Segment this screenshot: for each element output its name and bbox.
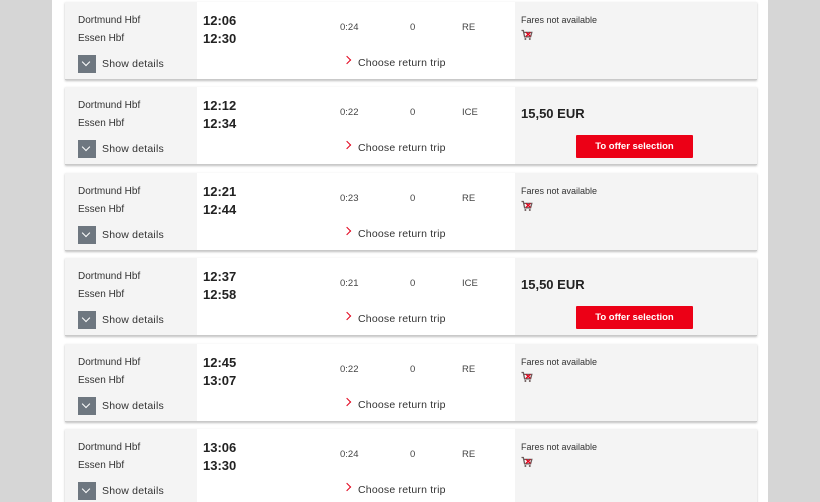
fare-price: 15,50 EUR — [521, 277, 585, 292]
arrival-station: Essen Hbf — [78, 33, 125, 44]
show-details-link[interactable]: Show details — [102, 143, 164, 155]
offer-selection-button[interactable]: To offer selection — [576, 135, 693, 158]
choose-return-trip-link[interactable]: Choose return trip — [358, 313, 446, 325]
arrival-time: 13:07 — [203, 373, 237, 388]
changes-count: 0 — [410, 107, 416, 118]
arrival-station: Essen Hbf — [78, 118, 125, 129]
show-details-link[interactable]: Show details — [102, 314, 164, 326]
shopping-cart-unavailable-icon — [521, 370, 533, 388]
chevron-down-icon[interactable] — [78, 140, 96, 158]
arrival-station: Essen Hbf — [78, 375, 125, 386]
results-page: Dortmund Hbf Essen Hbf 12:06 12:30 Show … — [52, 0, 768, 502]
duration: 0:21 — [340, 278, 359, 289]
changes-count: 0 — [410, 278, 416, 289]
connection-row: Dortmund Hbf Essen Hbf 12:21 12:44 Show … — [65, 173, 757, 251]
connection-row: Dortmund Hbf Essen Hbf 12:06 12:30 Show … — [65, 2, 757, 80]
show-details-link[interactable]: Show details — [102, 400, 164, 412]
chevron-down-icon[interactable] — [78, 226, 96, 244]
choose-return-trip-link[interactable]: Choose return trip — [358, 484, 446, 496]
connection-row: Dortmund Hbf Essen Hbf 12:37 12:58 Show … — [65, 258, 757, 336]
duration: 0:23 — [340, 193, 359, 204]
departure-time: 12:06 — [203, 13, 237, 28]
product-type: RE — [462, 364, 476, 375]
departure-time: 12:12 — [203, 98, 237, 113]
changes-count: 0 — [410, 193, 416, 204]
departure-station: Dortmund Hbf — [78, 271, 141, 282]
arrival-station: Essen Hbf — [78, 204, 125, 215]
shopping-cart-unavailable-icon — [521, 199, 533, 217]
changes-count: 0 — [410, 364, 416, 375]
chevron-down-icon[interactable] — [78, 397, 96, 415]
duration: 0:24 — [340, 449, 359, 460]
fares-unavailable-text: Fares not available — [521, 442, 598, 452]
chevron-down-icon[interactable] — [78, 311, 96, 329]
chevron-down-icon[interactable] — [78, 482, 96, 500]
departure-station: Dortmund Hbf — [78, 442, 141, 453]
departure-station: Dortmund Hbf — [78, 357, 141, 368]
show-details-link[interactable]: Show details — [102, 229, 164, 241]
fares-unavailable-text: Fares not available — [521, 357, 598, 367]
arrival-time: 12:58 — [203, 287, 237, 302]
shopping-cart-unavailable-icon — [521, 455, 533, 473]
arrival-station: Essen Hbf — [78, 460, 125, 471]
product-type: RE — [462, 449, 476, 460]
show-details-link[interactable]: Show details — [102, 485, 164, 497]
shopping-cart-unavailable-icon — [521, 28, 533, 46]
departure-station: Dortmund Hbf — [78, 15, 141, 26]
changes-count: 0 — [410, 449, 416, 460]
fares-unavailable-text: Fares not available — [521, 186, 598, 196]
choose-return-trip-link[interactable]: Choose return trip — [358, 399, 446, 411]
arrival-time: 12:44 — [203, 202, 237, 217]
product-type: RE — [462, 193, 476, 204]
choose-return-trip-link[interactable]: Choose return trip — [358, 57, 446, 69]
arrival-time: 12:34 — [203, 116, 237, 131]
choose-return-trip-link[interactable]: Choose return trip — [358, 142, 446, 154]
show-details-link[interactable]: Show details — [102, 58, 164, 70]
product-type: RE — [462, 22, 476, 33]
offer-selection-button[interactable]: To offer selection — [576, 306, 693, 329]
departure-time: 13:06 — [203, 440, 237, 455]
chevron-down-icon[interactable] — [78, 55, 96, 73]
duration: 0:24 — [340, 22, 359, 33]
arrival-station: Essen Hbf — [78, 289, 125, 300]
duration: 0:22 — [340, 364, 359, 375]
departure-time: 12:45 — [203, 355, 237, 370]
arrival-time: 12:30 — [203, 31, 237, 46]
choose-return-trip-link[interactable]: Choose return trip — [358, 228, 446, 240]
connection-row: Dortmund Hbf Essen Hbf 13:06 13:30 Show … — [65, 429, 757, 502]
departure-station: Dortmund Hbf — [78, 186, 141, 197]
product-type: ICE — [462, 107, 478, 118]
arrival-time: 13:30 — [203, 458, 237, 473]
product-type: ICE — [462, 278, 478, 289]
connection-row: Dortmund Hbf Essen Hbf 12:12 12:34 Show … — [65, 87, 757, 165]
departure-time: 12:37 — [203, 269, 237, 284]
fares-unavailable-text: Fares not available — [521, 15, 598, 25]
departure-time: 12:21 — [203, 184, 237, 199]
fare-price: 15,50 EUR — [521, 106, 585, 121]
connection-row: Dortmund Hbf Essen Hbf 12:45 13:07 Show … — [65, 344, 757, 422]
duration: 0:22 — [340, 107, 359, 118]
changes-count: 0 — [410, 22, 416, 33]
departure-station: Dortmund Hbf — [78, 100, 141, 111]
